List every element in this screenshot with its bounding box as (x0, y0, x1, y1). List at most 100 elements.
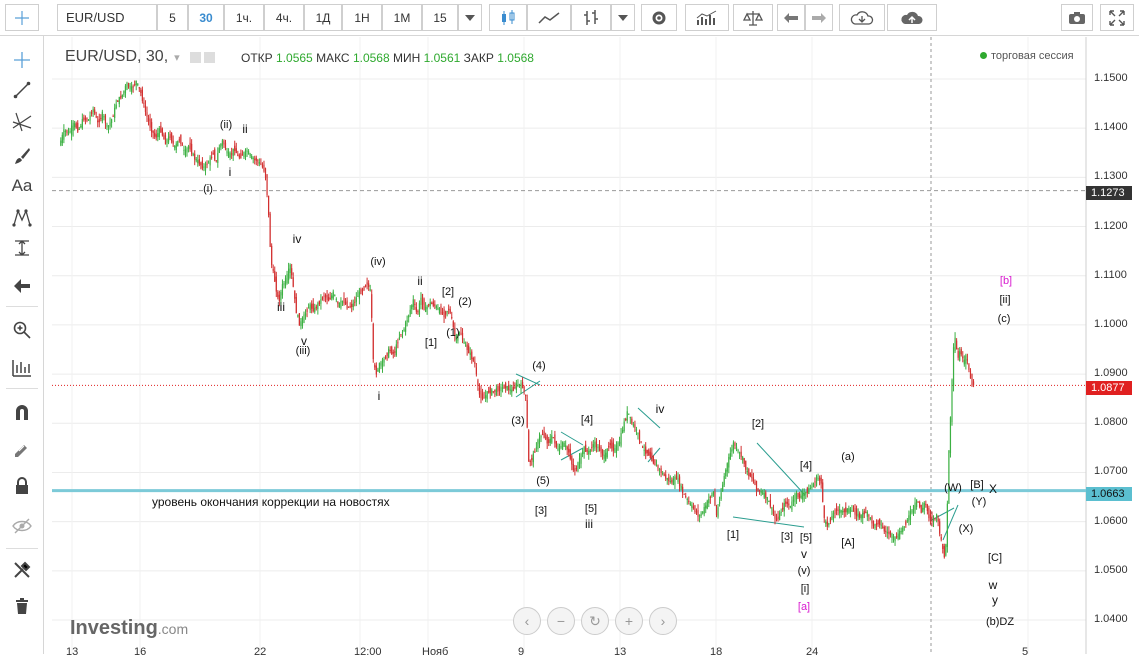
candle-body (760, 490, 762, 494)
interval-1d[interactable]: 1Д (304, 4, 342, 31)
candle-body (865, 511, 867, 513)
zoom-in-button[interactable]: + (615, 607, 643, 635)
candle-body (112, 116, 114, 118)
undo-button[interactable] (777, 4, 805, 31)
candle-body (383, 359, 385, 363)
scroll-right-button[interactable]: › (649, 607, 677, 635)
candle-body (508, 385, 510, 391)
candle-body (104, 115, 107, 124)
candle-body (625, 418, 627, 420)
compare-button[interactable] (733, 4, 773, 31)
candle-body (891, 533, 893, 539)
interval-30[interactable]: 30 (188, 4, 224, 31)
candle-body (869, 517, 872, 520)
wave-label: [a] (797, 600, 811, 613)
chart-style-dropdown[interactable] (611, 4, 635, 31)
interval-dropdown[interactable] (458, 4, 482, 31)
candle-body (384, 356, 387, 359)
zoom-out-button[interactable]: − (547, 607, 575, 635)
candle-body (823, 505, 825, 518)
magnet-tool[interactable] (7, 398, 37, 426)
interval-4h[interactable]: 4ч. (264, 4, 304, 31)
price-chart[interactable] (52, 37, 1139, 654)
cloud-upload-button[interactable] (887, 4, 937, 31)
fullscreen-button[interactable] (1100, 4, 1134, 31)
candle-body (806, 488, 808, 493)
candle-body (197, 160, 199, 164)
candle-body (532, 453, 534, 463)
pattern-tool[interactable] (7, 204, 37, 232)
zoom-tool[interactable] (7, 316, 37, 344)
stay-in-drawing-tool[interactable] (7, 436, 37, 464)
wave-label: (v) (797, 565, 811, 578)
indicators-button[interactable] (685, 4, 729, 31)
candle-body (668, 477, 670, 482)
chevron-down-icon[interactable]: ▾ (174, 51, 180, 64)
brush-tool[interactable] (7, 142, 37, 170)
candle-body (126, 82, 128, 91)
text-tool[interactable]: Aa (7, 172, 37, 200)
area-chart-button[interactable] (527, 4, 571, 31)
remove-tools-button[interactable] (7, 556, 37, 584)
scroll-left-button[interactable]: ‹ (513, 607, 541, 635)
candle-body (857, 513, 859, 518)
interval-1w[interactable]: 1Н (342, 4, 382, 31)
candle-body (138, 87, 140, 89)
candle-body (352, 303, 354, 308)
interval-1m[interactable]: 1М (382, 4, 422, 31)
trend-line-tool[interactable] (7, 76, 37, 104)
candle-body (398, 337, 401, 340)
settings-icon[interactable] (203, 51, 215, 63)
candle-body (972, 381, 975, 385)
high-value: 1.0568 (352, 51, 390, 65)
scroll-right-icon: › (660, 613, 666, 629)
candle-body (746, 470, 748, 472)
wave-label: [ii] (999, 294, 1011, 307)
screenshot-button[interactable] (1061, 4, 1093, 31)
candle-body (632, 424, 634, 426)
candle-body (72, 122, 74, 131)
crosshair-toggle[interactable] (5, 4, 39, 31)
candle-body (423, 298, 425, 310)
candle-body (377, 369, 379, 371)
fib-tool[interactable] (7, 108, 37, 136)
cloud-download-button[interactable] (839, 4, 885, 31)
logo-suffix: .com (157, 621, 189, 637)
reset-button[interactable]: ↻ (581, 607, 609, 635)
hide-drawings-tool[interactable] (7, 512, 37, 540)
candle-body (603, 454, 605, 459)
crosshair-tool[interactable] (7, 46, 37, 74)
candle-body (734, 442, 736, 446)
symbol-input[interactable]: EUR/USD (57, 4, 157, 31)
candle-body (839, 508, 841, 514)
candle-body (917, 501, 919, 503)
candle-body (523, 386, 525, 392)
candle-body (640, 441, 642, 443)
candle-body (952, 347, 955, 386)
candle-body (403, 328, 405, 331)
interval-5[interactable]: 5 (157, 4, 188, 31)
ruler-tool[interactable] (7, 354, 37, 382)
candle-body (349, 306, 351, 308)
candles-button[interactable] (489, 4, 527, 31)
lock-tool[interactable] (7, 472, 37, 500)
interval-15[interactable]: 15 (422, 4, 458, 31)
redo-button[interactable] (805, 4, 833, 31)
candle-body (552, 437, 554, 439)
arrow-tool[interactable] (7, 272, 37, 300)
eye-icon[interactable] (189, 51, 201, 63)
candle-body (106, 124, 108, 127)
candle-body (920, 505, 922, 513)
candle-body (143, 102, 145, 104)
candle-body (748, 468, 750, 477)
session-dot-icon (980, 52, 987, 59)
candle-body (825, 521, 827, 524)
candle-body (609, 443, 611, 446)
settings-button[interactable] (641, 4, 677, 31)
measure-tool[interactable] (7, 234, 37, 262)
bars-button[interactable] (571, 4, 611, 31)
trash-button[interactable] (7, 592, 37, 620)
candle-body (859, 513, 861, 518)
candle-body (605, 452, 607, 461)
interval-1h[interactable]: 1ч. (224, 4, 264, 31)
